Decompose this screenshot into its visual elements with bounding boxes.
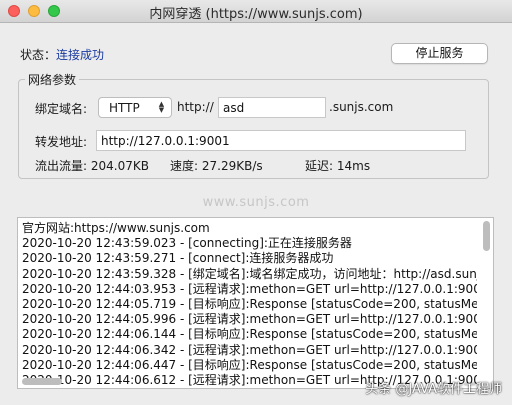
vertical-scrollbar[interactable]	[481, 219, 492, 373]
log-line: 2020-10-20 12:44:05.719 - [目标响应]:Respons…	[22, 297, 477, 312]
log-line: 2020-10-20 12:43:59.271 - [connect]:连接服务…	[22, 251, 334, 266]
log-line: 2020-10-20 12:44:06.144 - [目标响应]:Respons…	[22, 327, 477, 342]
title-bar[interactable]: 内网穿透 (https://www.sunjs.com)	[0, 0, 512, 23]
app-window: 内网穿透 (https://www.sunjs.com) 状态：连接成功 停止服…	[0, 0, 512, 405]
log-line: 2020-10-20 12:44:06.447 - [目标响应]:Respons…	[22, 357, 477, 372]
subdomain-input-value: asd	[223, 101, 245, 115]
vertical-scroll-thumb[interactable]	[483, 221, 490, 251]
forward-address-value: http://127.0.0.1:9001	[101, 134, 230, 148]
log-line: 官方网站:https://www.sunjs.com	[22, 221, 210, 235]
protocol-select-value: HTTP	[109, 101, 140, 115]
forward-address-input[interactable]: http://127.0.0.1:9001	[96, 130, 466, 151]
speed-stat: 速度: 27.29KB/s	[170, 157, 263, 174]
watermark-text: www.sunjs.com	[202, 195, 310, 210]
log-line: 2020-10-20 12:43:59.023 - [connecting]:正…	[22, 236, 352, 251]
log-line: 2020-10-20 12:44:03.953 - [远程请求]:methon=…	[22, 281, 477, 296]
speed-value: 27.29KB/s	[201, 159, 263, 173]
status-label: 状态：	[20, 48, 57, 62]
status-row: 状态：连接成功	[20, 46, 104, 63]
latency-stat: 延迟: 14ms	[305, 157, 370, 174]
subdomain-input[interactable]: asd	[218, 97, 326, 118]
stop-service-button[interactable]: 停止服务	[391, 43, 488, 64]
url-prefix: http://	[177, 100, 214, 114]
traffic-stat: 流出流量: 204.07KB	[35, 157, 149, 174]
chevron-updown-icon: ▲ ▼	[155, 101, 168, 114]
speed-label: 速度:	[170, 159, 199, 173]
credit-watermark: 头条 @JAVA软件工程师	[365, 382, 502, 397]
traffic-value: 204.07KB	[90, 159, 149, 173]
network-params-title: 网络参数	[25, 71, 80, 88]
latency-label: 延迟:	[305, 159, 334, 173]
log-lines: 官方网站:https://www.sunjs.com 2020-10-20 12:…	[22, 221, 477, 388]
log-line: 2020-10-20 12:44:06.342 - [远程请求]:methon=…	[22, 342, 477, 357]
window-title: 内网穿透 (https://www.sunjs.com)	[149, 7, 363, 22]
status-value: 连接成功	[56, 48, 105, 62]
protocol-select[interactable]: HTTP ▲ ▼	[98, 97, 172, 118]
log-line: 2020-10-20 12:44:05.996 - [远程请求]:methon=…	[22, 312, 477, 327]
log-line: 2020-10-20 12:43:59.328 - [绑定域名]:域名绑定成功，…	[22, 266, 477, 281]
horizontal-scroll-thumb[interactable]	[22, 378, 62, 385]
forward-label: 转发地址:	[35, 135, 88, 149]
log-panel[interactable]: 官方网站:https://www.sunjs.com 2020-10-20 12:…	[17, 217, 494, 389]
latency-value: 14ms	[336, 159, 371, 173]
traffic-label: 流出流量:	[35, 159, 88, 173]
domain-label: 绑定域名:	[35, 102, 88, 116]
domain-suffix: .sunjs.com	[329, 100, 394, 114]
